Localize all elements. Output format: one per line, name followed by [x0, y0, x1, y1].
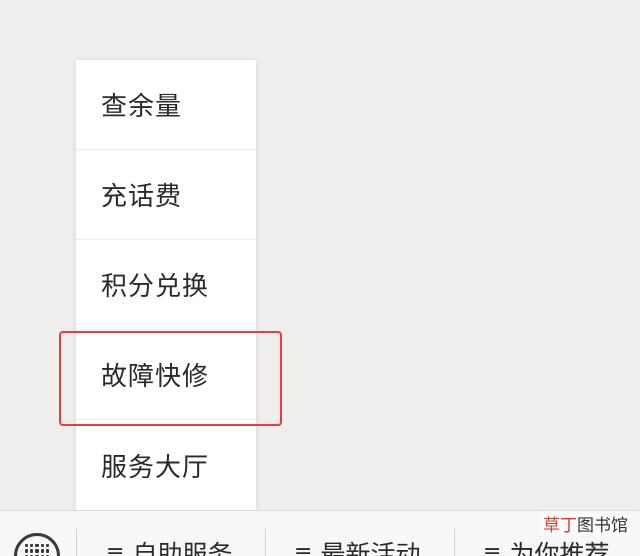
watermark-text: 图书馆: [577, 516, 628, 536]
menu-lines-icon: ≡: [294, 540, 313, 556]
keyboard-toggle-button[interactable]: [14, 533, 60, 556]
menu-item-label: 查余量: [101, 92, 183, 122]
menu-item-points-exchange[interactable]: 积分兑换: [76, 240, 256, 330]
tab-label: 为你推荐: [509, 540, 610, 556]
tab-latest-activities[interactable]: ≡ 最新活动: [294, 535, 420, 556]
tab-label: 最新活动: [320, 540, 421, 556]
menu-divider: [265, 529, 266, 556]
menu-lines-icon: ≡: [106, 540, 125, 556]
menu-item-label: 充话费: [101, 182, 183, 212]
menu-divider: [76, 529, 77, 556]
highlight-annotation-box: [59, 331, 282, 426]
tab-recommended[interactable]: ≡ 为你推荐: [483, 535, 609, 556]
tab-self-service[interactable]: ≡ 自助服务: [106, 535, 232, 556]
menu-item-label: 积分兑换: [101, 272, 210, 302]
tab-label: 自助服务: [132, 540, 233, 556]
menu-item-recharge[interactable]: 充话费: [76, 150, 256, 240]
menu-lines-icon: ≡: [483, 540, 502, 556]
menu-item-service-hall[interactable]: 服务大厅: [76, 420, 256, 510]
chat-screen: 查余量 充话费 积分兑换 故障快修 服务大厅 ≡ 自助服务 ≡ 最新活动 ≡ 为…: [0, 0, 640, 556]
menu-divider: [454, 529, 455, 556]
menu-item-label: 服务大厅: [101, 452, 210, 483]
watermark: 草丁 图书馆: [541, 511, 630, 536]
menu-item-check-balance[interactable]: 查余量: [76, 60, 256, 150]
keyboard-icon: [25, 544, 49, 556]
watermark-accent-text: 草丁: [543, 516, 577, 536]
service-popup-menu: 查余量 充话费 积分兑换 故障快修 服务大厅: [76, 60, 256, 510]
